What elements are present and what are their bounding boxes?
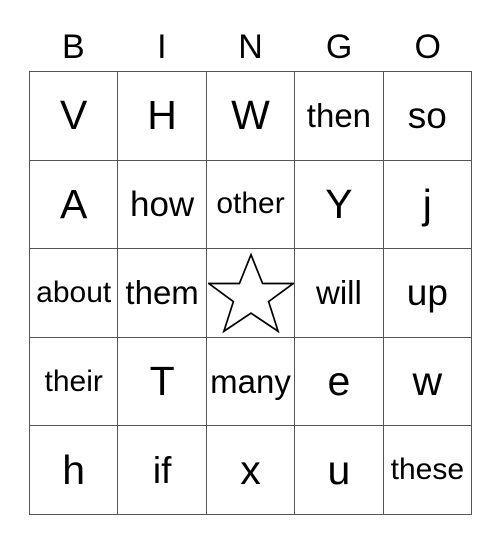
bingo-cell[interactable]: h — [30, 426, 119, 515]
bingo-cell[interactable]: H — [118, 72, 207, 161]
bingo-cell[interactable]: them — [118, 249, 207, 338]
bingo-cell[interactable]: j — [383, 160, 473, 250]
bingo-cell[interactable]: V — [30, 72, 119, 161]
bingo-cell[interactable]: about — [30, 249, 119, 338]
bingo-cell-label: other — [216, 187, 285, 221]
bingo-cell[interactable]: e — [295, 337, 384, 427]
bingo-cell-label: w — [412, 358, 443, 405]
bingo-header-letter-o: O — [414, 27, 441, 66]
bingo-cell[interactable]: W — [206, 72, 296, 161]
bingo-cell[interactable]: how — [118, 160, 207, 250]
bingo-cell-label: then — [306, 97, 372, 135]
bingo-cell[interactable]: will — [295, 249, 384, 338]
bingo-header-row: B I N G O — [29, 22, 472, 71]
star-icon — [207, 252, 294, 334]
bingo-cell-label: V — [60, 92, 88, 139]
bingo-cell-label: them — [125, 274, 199, 312]
bingo-cell[interactable]: so — [383, 72, 473, 161]
bingo-cell[interactable]: T — [118, 337, 207, 427]
bingo-cell-label: T — [149, 358, 175, 405]
bingo-cell[interactable]: many — [206, 337, 296, 427]
bingo-cell[interactable]: their — [30, 337, 119, 427]
bingo-cell-label: A — [60, 180, 88, 227]
bingo-row: h if x u these — [30, 426, 473, 515]
bingo-cell-label: e — [327, 358, 351, 405]
bingo-header-letter-b: B — [61, 27, 85, 66]
bingo-header-letter-n: N — [238, 27, 263, 66]
bingo-card: B I N G O V H W then so A how other Y j … — [29, 22, 473, 515]
bingo-cell[interactable]: up — [383, 249, 473, 338]
bingo-cell-label: j — [422, 180, 432, 227]
bingo-cell[interactable]: these — [383, 426, 473, 515]
bingo-cell-label: H — [147, 92, 177, 139]
bingo-cell[interactable]: Y — [295, 160, 384, 250]
bingo-cell-label: up — [406, 272, 448, 314]
bingo-row: their T many e w — [30, 337, 473, 427]
bingo-cell[interactable]: u — [295, 426, 384, 515]
bingo-row: about them will up — [30, 249, 473, 338]
bingo-row: A how other Y j — [30, 160, 473, 250]
bingo-header-letter-g: G — [325, 27, 353, 66]
bingo-cell[interactable]: x — [206, 426, 296, 515]
bingo-free-space-cell[interactable] — [206, 249, 296, 338]
bingo-cell[interactable]: A — [30, 160, 119, 250]
bingo-cell-label: if — [152, 449, 172, 491]
bingo-cell[interactable]: other — [206, 160, 296, 250]
bingo-cell[interactable]: then — [295, 72, 384, 161]
bingo-cell-label: x — [240, 446, 261, 493]
bingo-cell-label: how — [130, 184, 195, 224]
bingo-cell[interactable]: w — [383, 337, 473, 427]
bingo-cell-label: h — [62, 446, 86, 493]
bingo-grid: V H W then so A how other Y j about them — [29, 71, 473, 515]
bingo-cell-label: W — [231, 92, 270, 139]
bingo-cell-label: about — [36, 275, 112, 309]
bingo-cell-label: Y — [325, 180, 353, 227]
bingo-cell-label: u — [327, 446, 351, 493]
bingo-cell-label: so — [407, 95, 447, 137]
bingo-cell[interactable]: if — [118, 426, 207, 515]
bingo-header-letter-i: I — [157, 27, 167, 66]
bingo-cell-label: many — [210, 363, 291, 401]
bingo-cell-label: will — [316, 274, 362, 312]
bingo-cell-label: their — [44, 364, 103, 398]
bingo-row: V H W then so — [30, 72, 473, 161]
bingo-cell-label: these — [390, 453, 465, 487]
